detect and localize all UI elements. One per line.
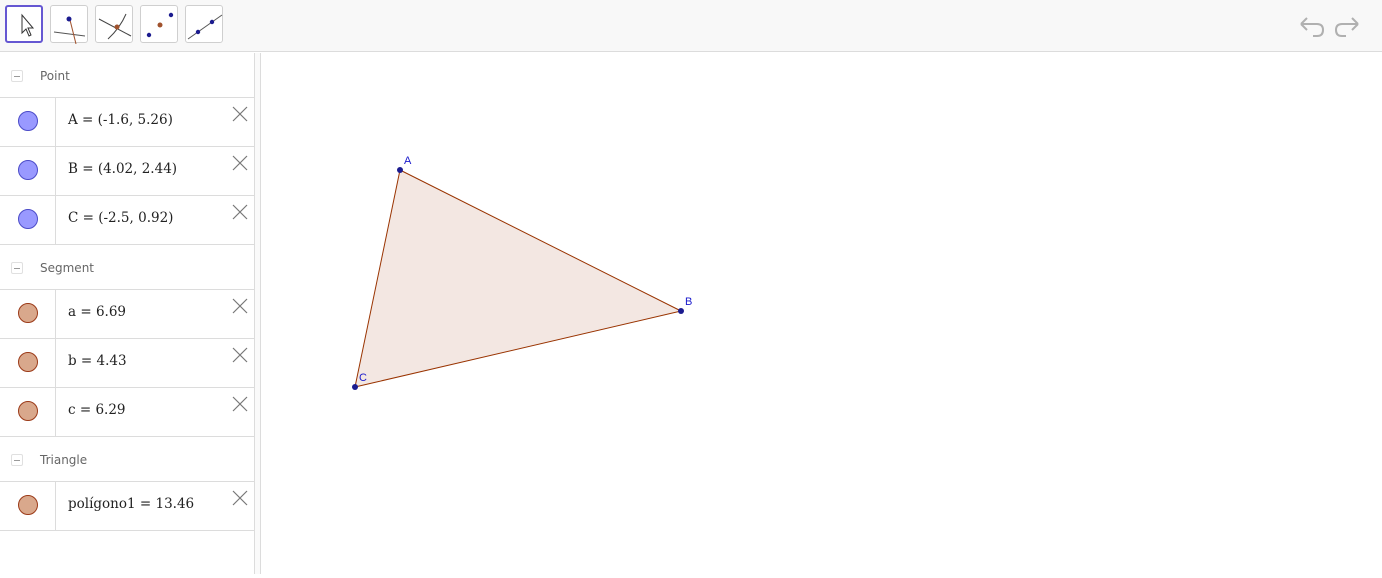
point-c-label[interactable]: C [359, 372, 367, 384]
marble-cell [0, 98, 56, 146]
point-a[interactable] [397, 167, 403, 173]
midpoint-icon [146, 12, 174, 38]
algebra-row-text[interactable]: polígono1 = 13.46 [68, 496, 194, 512]
redo-icon[interactable] [1332, 12, 1364, 40]
group-label: Triangle [40, 453, 88, 467]
delete-icon[interactable] [232, 298, 248, 314]
marble-cell [0, 339, 56, 387]
point-tool-button[interactable] [50, 5, 88, 44]
collapse-icon[interactable] [11, 454, 23, 466]
algebra-row-seg-b[interactable]: b = 4.43 [0, 339, 254, 388]
graphics-view[interactable]: A B C [261, 53, 1382, 574]
visibility-toggle-icon[interactable] [18, 160, 38, 180]
delete-icon[interactable] [232, 347, 248, 363]
algebra-row-b[interactable]: B = (4.02, 2.44) [0, 147, 254, 196]
point-b-label[interactable]: B [685, 296, 692, 308]
intersect-curves-icon [98, 13, 132, 40]
visibility-toggle-icon[interactable] [18, 495, 38, 515]
group-header-triangle[interactable]: Triangle [0, 437, 254, 482]
delete-icon[interactable] [232, 396, 248, 412]
algebra-row-text[interactable]: c = 6.29 [68, 402, 126, 418]
line-tool-button[interactable] [185, 5, 223, 43]
delete-icon[interactable] [232, 155, 248, 171]
delete-icon[interactable] [232, 106, 248, 122]
point-c[interactable] [352, 384, 358, 390]
point-a-label[interactable]: A [404, 155, 412, 167]
visibility-toggle-icon[interactable] [18, 111, 38, 131]
group-label: Segment [40, 261, 94, 275]
algebra-row-text[interactable]: C = (-2.5, 0.92) [68, 210, 173, 226]
algebra-row-text[interactable]: A = (-1.6, 5.26) [68, 112, 173, 128]
marble-cell [0, 482, 56, 530]
marble-cell [0, 290, 56, 338]
algebra-row-text[interactable]: B = (4.02, 2.44) [68, 161, 177, 177]
algebra-row-c[interactable]: C = (-2.5, 0.92) [0, 196, 254, 245]
marble-cell [0, 196, 56, 244]
algebra-row-seg-a[interactable]: a = 6.69 [0, 290, 254, 339]
undo-icon[interactable] [1295, 12, 1327, 40]
marble-cell [0, 388, 56, 436]
delete-icon[interactable] [232, 204, 248, 220]
marble-cell [0, 147, 56, 195]
algebra-row-text[interactable]: a = 6.69 [68, 304, 126, 320]
group-label: Point [40, 69, 70, 83]
algebra-row-seg-c[interactable]: c = 6.29 [0, 388, 254, 437]
visibility-toggle-icon[interactable] [18, 352, 38, 372]
collapse-icon[interactable] [11, 70, 23, 82]
algebra-row-polygon[interactable]: polígono1 = 13.46 [0, 482, 254, 531]
visibility-toggle-icon[interactable] [18, 303, 38, 323]
collapse-icon[interactable] [11, 262, 23, 274]
visibility-toggle-icon[interactable] [18, 209, 38, 229]
algebra-row-text[interactable]: b = 4.43 [68, 353, 127, 369]
view-splitter[interactable] [254, 53, 261, 574]
toolbar [0, 0, 1382, 52]
triangle-polygon[interactable] [355, 170, 681, 387]
group-header-point[interactable]: Point [0, 53, 254, 98]
cursor-arrow-icon [21, 13, 35, 37]
point-on-line-icon [53, 16, 86, 44]
intersect-tool-button[interactable] [95, 5, 133, 43]
algebra-view: Point A = (-1.6, 5.26) B = (4.02, 2.44) … [0, 53, 254, 574]
move-tool-button[interactable] [5, 5, 43, 43]
line-through-points-icon [187, 14, 223, 40]
point-b[interactable] [678, 308, 684, 314]
midpoint-tool-button[interactable] [140, 5, 178, 43]
delete-icon[interactable] [232, 490, 248, 506]
visibility-toggle-icon[interactable] [18, 401, 38, 421]
algebra-row-a[interactable]: A = (-1.6, 5.26) [0, 98, 254, 147]
graphics-canvas[interactable]: A B C [261, 53, 1382, 574]
group-header-segment[interactable]: Segment [0, 245, 254, 290]
